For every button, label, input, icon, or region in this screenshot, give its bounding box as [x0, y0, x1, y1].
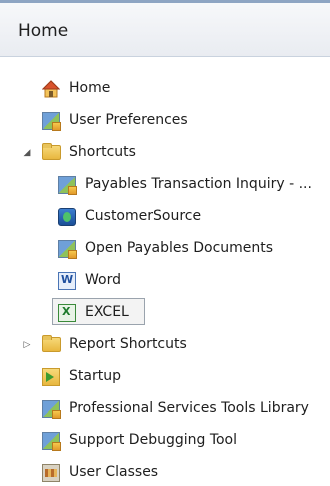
word-icon	[58, 272, 76, 290]
tree-item-shortcuts[interactable]: ◢ Shortcuts	[0, 140, 330, 166]
tree-item-customersource[interactable]: CustomerSource	[0, 204, 330, 230]
folder-icon	[42, 335, 61, 352]
tree-item-label: Word	[85, 272, 121, 288]
window-app-icon	[42, 112, 61, 131]
tree-item-excel[interactable]: EXCEL	[0, 300, 330, 326]
tree-item-payables-transaction-inquiry[interactable]: Payables Transaction Inquiry - ...	[0, 172, 330, 198]
tree-item-label: CustomerSource	[85, 208, 202, 224]
globe-link-icon	[58, 208, 76, 226]
expand-arrow-icon[interactable]: ▷	[22, 340, 32, 350]
tree-item-label: Shortcuts	[69, 144, 136, 160]
tree-item-label: EXCEL	[85, 304, 129, 320]
tree-item-open-payables-documents[interactable]: Open Payables Documents	[0, 236, 330, 262]
pane-title: Home	[18, 21, 69, 41]
tree-item-label: Startup	[69, 368, 121, 384]
tree-item-report-shortcuts[interactable]: ▷ Report Shortcuts	[0, 332, 330, 358]
tree-item-label: User Classes	[69, 464, 159, 480]
user-classes-icon	[42, 464, 60, 482]
startup-folder-icon	[42, 368, 60, 386]
folder-icon	[42, 143, 61, 160]
excel-icon	[58, 304, 76, 322]
tree-item-label: Professional Services Tools Library	[69, 400, 309, 416]
tree-item-label: Payables Transaction Inquiry - ...	[85, 176, 312, 192]
pane-header: Home	[0, 3, 330, 57]
tree-item-label: User Preferences	[69, 112, 188, 128]
tree-item-label: Report Shortcuts	[69, 336, 187, 352]
tree-item-word[interactable]: Word	[0, 268, 330, 294]
home-icon	[41, 80, 61, 98]
tree-item-label: Support Debugging Tool	[69, 432, 238, 448]
tree-item-user-classes[interactable]: User Classes	[0, 460, 330, 486]
tree-item-label: Home	[69, 80, 111, 96]
tree-item-professional-services-tools-library[interactable]: Professional Services Tools Library	[0, 396, 330, 422]
tree-item-startup[interactable]: Startup	[0, 364, 330, 390]
window-app-icon	[42, 400, 61, 419]
tree-item-home[interactable]: Home	[0, 76, 330, 102]
window-app-icon	[58, 240, 77, 259]
tree-item-user-preferences[interactable]: User Preferences	[0, 108, 330, 134]
window-app-icon	[58, 176, 77, 195]
collapse-arrow-icon[interactable]: ◢	[22, 148, 32, 158]
window-app-icon	[42, 432, 61, 451]
tree-item-label: Open Payables Documents	[85, 240, 274, 256]
tree-item-support-debugging-tool[interactable]: Support Debugging Tool	[0, 428, 330, 454]
